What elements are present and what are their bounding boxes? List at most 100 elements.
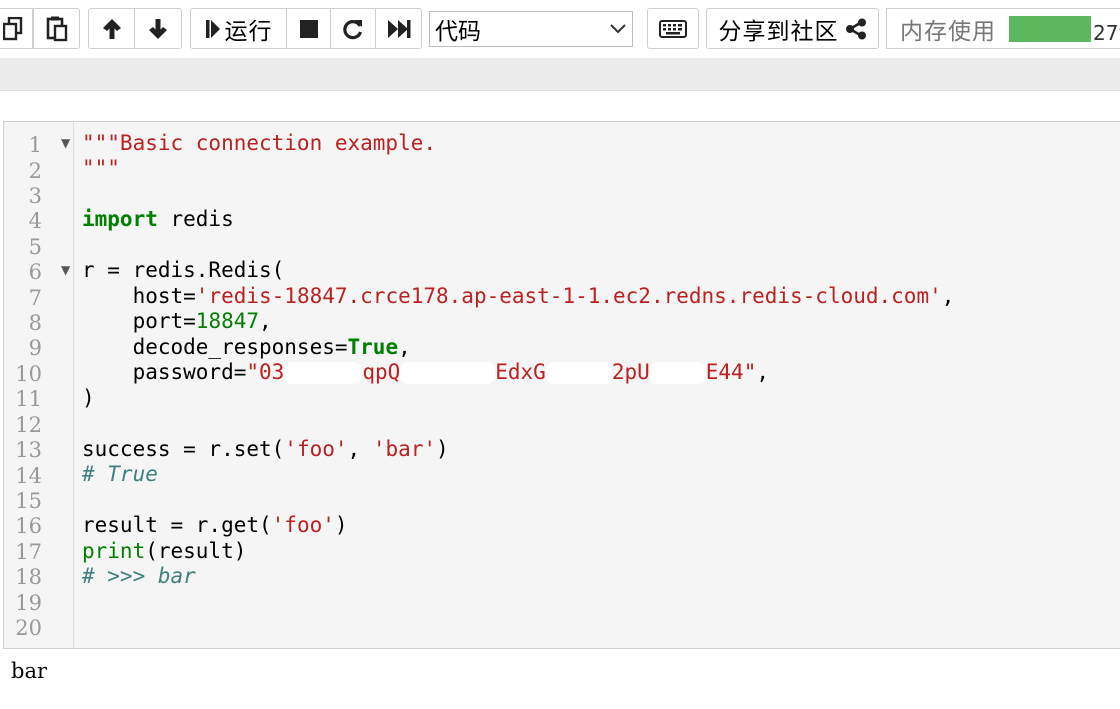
cell-type-select[interactable]: 代码 — [429, 11, 633, 47]
code-text: result = r.get( — [82, 513, 272, 537]
line-number: 17 — [15, 540, 42, 564]
code-text: , — [398, 335, 411, 359]
move-down-button[interactable] — [134, 8, 182, 49]
line-number: 11 — [15, 387, 42, 411]
code-line: # True — [82, 461, 158, 487]
code-text: , — [756, 360, 769, 384]
toolbar-separator-band — [0, 58, 1120, 91]
code-line: """ — [82, 155, 120, 181]
redaction-blur — [649, 362, 706, 384]
restart-run-all-button[interactable] — [375, 8, 422, 49]
fold-arrow-icon[interactable]: ▼ — [61, 136, 70, 150]
line-number: 10 — [15, 362, 42, 386]
redaction-blur — [284, 362, 363, 384]
code-line: host='redis-18847.crce178.ap-east-1-1.ec… — [82, 283, 955, 309]
keyword: True — [347, 335, 399, 359]
line-number: 12 — [15, 413, 42, 437]
code-line: success = r.set('foo', 'bar') — [82, 436, 449, 462]
code-text: r = redis.Redis( — [82, 258, 285, 282]
memory-usage-bar — [1009, 16, 1091, 42]
memory-usage-indicator: 内存使用 279 — [886, 8, 1120, 49]
share-label: 分享到社区 — [718, 18, 839, 45]
line-number-gutter: 1 2 3 4 5 6 7 8 9 10 11 12 13 14 15 16 1… — [4, 122, 74, 648]
line-number: 18 — [15, 565, 42, 589]
copy-icon — [2, 16, 22, 40]
code-text: success = r.set( — [82, 437, 285, 461]
code-text: ) — [334, 513, 348, 537]
step-forward-icon — [205, 19, 220, 38]
comment: # >>> bar — [82, 564, 196, 588]
copy-cells-button[interactable] — [0, 8, 33, 49]
code-text: host= — [82, 284, 196, 308]
docstring: """Basic connection example. — [82, 131, 437, 155]
code-text: , — [347, 437, 373, 461]
line-number: 3 — [28, 184, 42, 208]
chevron-down-icon — [610, 24, 626, 34]
command-palette-button[interactable] — [647, 8, 699, 49]
number-literal: 18847 — [195, 309, 260, 333]
line-number: 14 — [15, 464, 42, 488]
keyword: import — [82, 207, 158, 231]
run-cell-button[interactable]: 运行 — [190, 8, 287, 49]
share-to-community-button[interactable]: 分享到社区 — [706, 8, 879, 49]
builtin-function: print — [82, 539, 146, 563]
line-number: 8 — [28, 311, 42, 335]
arrow-down-icon — [149, 18, 167, 39]
code-text: port= — [82, 309, 196, 333]
line-number: 7 — [28, 286, 42, 310]
comment: # True — [82, 462, 158, 486]
notebook-toolbar: 运行 代码 分享到社区 内存使用 27 — [0, 0, 1120, 58]
code-text: (result) — [145, 539, 247, 563]
memory-usage-label: 内存使用 — [900, 18, 996, 45]
string-literal: EdxG — [495, 360, 546, 384]
redaction-blur — [400, 362, 496, 384]
code-line: # >>> bar — [82, 563, 196, 589]
code-line: import redis — [82, 206, 234, 232]
code-line: result = r.get('foo') — [82, 512, 348, 538]
cell-output: bar — [11, 659, 48, 683]
code-line: """Basic connection example. — [82, 130, 436, 156]
paste-cells-button[interactable] — [33, 8, 80, 49]
string-literal: 'bar' — [372, 437, 437, 461]
stop-icon — [299, 19, 318, 38]
docstring: """ — [82, 156, 120, 180]
line-number: 9 — [28, 336, 42, 360]
restart-kernel-button[interactable] — [330, 8, 376, 49]
code-text: ) — [436, 437, 449, 461]
code-cell-editor[interactable]: 1 2 3 4 5 6 7 8 9 10 11 12 13 14 15 16 1… — [3, 121, 1120, 649]
code-line: password="03 qpQ EdxG 2pU E44", — [82, 359, 769, 385]
code-line: decode_responses=True, — [82, 334, 411, 360]
string-literal: E44" — [705, 360, 757, 384]
code-line: r = redis.Redis( — [82, 257, 284, 283]
refresh-icon — [343, 19, 363, 39]
memory-usage-value: 279 — [1093, 21, 1120, 45]
code-text: password= — [82, 360, 247, 384]
move-up-button[interactable] — [88, 8, 135, 49]
string-literal: qpQ — [362, 360, 401, 384]
string-literal: 'foo' — [284, 437, 348, 461]
run-label: 运行 — [224, 18, 273, 45]
code-text: decode_responses= — [82, 335, 348, 359]
line-number: 1 — [28, 133, 42, 157]
redaction-blur — [545, 362, 612, 384]
line-number: 15 — [15, 489, 42, 513]
code-text: , — [941, 284, 955, 308]
string-literal: 2pU — [611, 360, 650, 384]
fold-arrow-icon[interactable]: ▼ — [61, 263, 70, 277]
paste-icon — [46, 16, 67, 41]
share-icon — [845, 18, 866, 39]
cell-type-value: 代码 — [435, 19, 481, 45]
line-number: 13 — [15, 438, 42, 462]
string-literal: "03 — [246, 360, 285, 384]
line-number: 20 — [15, 616, 42, 640]
stop-kernel-button[interactable] — [286, 8, 331, 49]
code-line: print(result) — [82, 538, 246, 564]
line-number: 16 — [15, 514, 42, 538]
code-line: port=18847, — [82, 308, 272, 334]
code-text: redis — [157, 207, 234, 231]
arrow-up-icon — [102, 18, 121, 39]
line-number: 6 — [28, 260, 42, 284]
string-literal: 'redis-18847.crce178.ap-east-1-1.ec2.red… — [195, 284, 942, 308]
line-number: 19 — [15, 591, 42, 615]
code-line: ) — [82, 385, 95, 411]
